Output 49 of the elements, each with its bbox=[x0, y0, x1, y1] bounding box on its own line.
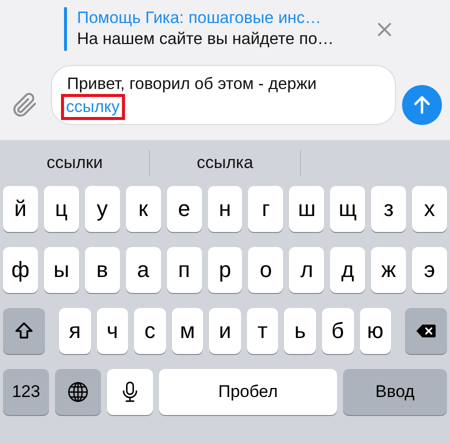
key[interactable]: ц bbox=[44, 186, 79, 232]
key[interactable]: а bbox=[126, 247, 161, 293]
reply-bar bbox=[64, 7, 67, 51]
key[interactable]: б bbox=[322, 308, 354, 354]
key[interactable]: д bbox=[330, 247, 366, 293]
globe-icon bbox=[67, 381, 89, 403]
key[interactable]: ж bbox=[371, 247, 406, 293]
key[interactable]: ч bbox=[96, 308, 128, 354]
message-input-field[interactable]: Привет, говорил об этом - держи ссылку bbox=[51, 65, 396, 125]
close-icon[interactable] bbox=[377, 22, 392, 36]
key[interactable]: к bbox=[126, 186, 161, 232]
key[interactable]: и bbox=[209, 308, 241, 354]
shift-key[interactable] bbox=[3, 308, 45, 354]
key[interactable]: п bbox=[166, 247, 202, 293]
send-button[interactable] bbox=[402, 85, 442, 125]
key[interactable]: ф bbox=[3, 247, 38, 293]
key[interactable]: я bbox=[59, 308, 91, 354]
key[interactable]: й bbox=[3, 186, 38, 232]
key[interactable]: н bbox=[208, 186, 242, 232]
key[interactable]: у bbox=[84, 186, 120, 232]
key[interactable]: л bbox=[289, 247, 324, 293]
key[interactable]: щ bbox=[330, 186, 366, 232]
numbers-key[interactable]: 123 bbox=[3, 369, 49, 415]
key[interactable]: м bbox=[172, 308, 204, 354]
key[interactable]: о bbox=[248, 247, 284, 293]
key[interactable]: э bbox=[412, 247, 447, 293]
return-key[interactable]: Ввод bbox=[343, 369, 447, 415]
key[interactable]: р bbox=[208, 247, 242, 293]
key[interactable]: з bbox=[371, 186, 406, 232]
key[interactable]: ш bbox=[289, 186, 324, 232]
key[interactable]: ы bbox=[44, 247, 79, 293]
key[interactable]: с bbox=[134, 308, 166, 354]
microphone-key[interactable] bbox=[107, 369, 153, 415]
suggestion[interactable]: ссылка bbox=[150, 153, 300, 173]
key[interactable]: ю bbox=[360, 308, 392, 354]
key[interactable]: ь bbox=[284, 308, 316, 354]
suggestion[interactable]: ссылки bbox=[0, 153, 150, 173]
space-key[interactable]: Пробел bbox=[159, 369, 337, 415]
key[interactable]: е bbox=[166, 186, 202, 232]
key[interactable]: г bbox=[248, 186, 284, 232]
reply-preview-text: На нашем сайте вы найдете по… bbox=[77, 30, 335, 49]
key[interactable]: в bbox=[84, 247, 120, 293]
reply-title: Помощь Гика: пошаговые инс… bbox=[77, 9, 322, 28]
key[interactable]: х bbox=[412, 186, 447, 232]
arrow-up-icon bbox=[411, 94, 433, 116]
key[interactable]: т bbox=[246, 308, 278, 354]
globe-key[interactable] bbox=[55, 369, 101, 415]
message-text: Привет, говорил об этом - держи ссылку bbox=[67, 73, 385, 117]
backspace-key[interactable] bbox=[405, 308, 448, 354]
